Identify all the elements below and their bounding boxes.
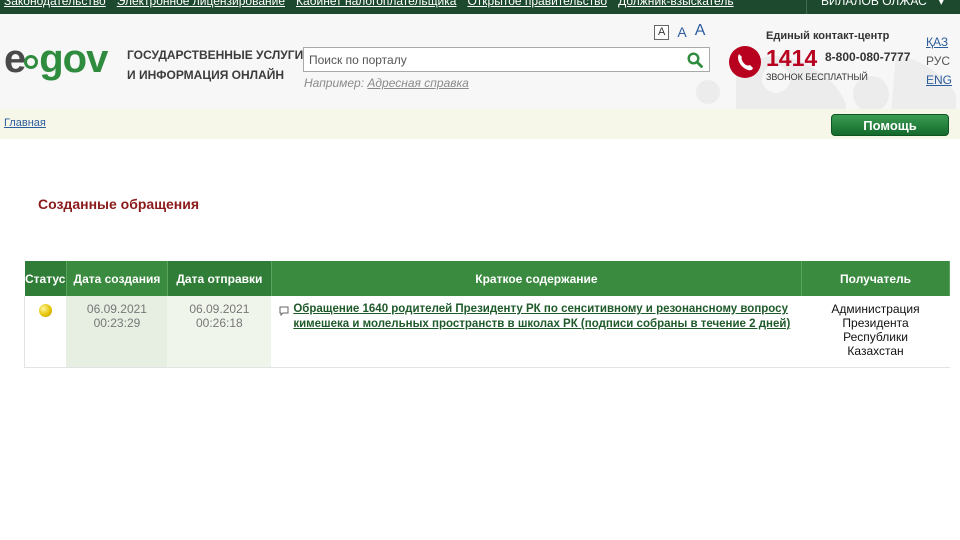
lang-rus-current: РУС (926, 54, 951, 68)
search-icon[interactable] (687, 52, 703, 68)
lang-kaz-link[interactable]: ҚАЗ (926, 35, 952, 49)
recipient-line: Администрация (831, 302, 920, 316)
egov-logo[interactable]: e gov (4, 37, 108, 81)
recipient-line: Республики (843, 330, 908, 344)
created-cell: 06.09.2021 00:23:29 (66, 296, 168, 367)
sent-time: 00:26:18 (196, 316, 243, 330)
created-time: 00:23:29 (93, 316, 141, 330)
top-nav-bar: Законодательство Электронное лицензирова… (0, 0, 960, 14)
speech-bubble-icon (279, 306, 289, 316)
font-size-small-button[interactable]: A (654, 25, 670, 40)
contact-phone-number: 8-800-080-7777 (825, 50, 911, 64)
created-date: 06.09.2021 (86, 302, 147, 316)
site-tagline: ГОСУДАРСТВЕННЫЕ УСЛУГИ И ИНФОРМАЦИЯ ОНЛА… (127, 45, 303, 85)
nav-link-debtor[interactable]: Должник-взыскатель (618, 0, 733, 8)
sent-date: 06.09.2021 (189, 302, 250, 316)
search-box (303, 47, 710, 72)
nav-link-legislation[interactable]: Законодательство (4, 0, 106, 8)
phone-icon (729, 46, 761, 78)
page-title: Созданные обращения (38, 196, 200, 212)
column-header-summary[interactable]: Краткое содержание (271, 261, 803, 296)
sent-cell: 06.09.2021 00:26:18 (167, 296, 272, 367)
recipient-line: Казахстан (847, 344, 904, 358)
help-button[interactable]: Помощь (831, 114, 949, 136)
table-header-row: Статус Дата создания Дата отправки Кратк… (24, 261, 950, 296)
column-header-sent[interactable]: Дата отправки (167, 261, 272, 296)
lang-eng-link[interactable]: ENG (926, 73, 952, 87)
font-size-medium-button[interactable]: A (677, 24, 686, 40)
font-size-switcher: A A A (654, 22, 705, 40)
appeals-table: Статус Дата создания Дата отправки Кратк… (24, 261, 950, 368)
table-row: 06.09.2021 00:23:29 06.09.2021 00:26:18 … (24, 296, 950, 367)
breadcrumb: Главная Помощь (0, 109, 960, 139)
column-header-status[interactable]: Статус (24, 261, 67, 296)
status-indicator-icon (39, 304, 53, 317)
nav-link-open-government[interactable]: Открытое правительство (467, 0, 607, 8)
search-input[interactable] (304, 48, 674, 71)
font-size-large-button[interactable]: A (695, 22, 706, 40)
nav-link-taxpayer[interactable]: Кабинет налогоплательщика (296, 0, 456, 8)
status-cell (24, 296, 67, 367)
tagline-line-2: И ИНФОРМАЦИЯ ОНЛАЙН (127, 68, 285, 82)
user-name: БИЛАЛОВ ОЛЖАС (821, 0, 927, 8)
chevron-down-icon: ▾ (938, 0, 944, 8)
logo-gov: gov (39, 37, 108, 81)
nav-link-licensing[interactable]: Электронное лицензирование (117, 0, 285, 8)
site-header: e gov ГОСУДАРСТВЕННЫЕ УСЛУГИ И ИНФОРМАЦИ… (0, 14, 960, 109)
user-menu[interactable]: БИЛАЛОВ ОЛЖАС ▾ (806, 0, 944, 14)
contact-center-title: Единый контакт-центр (766, 30, 890, 42)
summary-cell: Обращение 1640 родителей Президенту РК п… (271, 296, 801, 367)
breadcrumb-home-link[interactable]: Главная (4, 117, 46, 129)
language-switcher: ҚАЗ РУС ENG (926, 35, 952, 87)
logo-arrow-icon (24, 55, 39, 69)
contact-free-call: ЗВОНОК БЕСПЛАТНЫЙ (766, 72, 868, 82)
search-example-label: Например: (304, 76, 365, 90)
search-example-link[interactable]: Адресная справка (367, 76, 468, 90)
recipient-cell: Администрация Президента Республики Каза… (802, 296, 950, 367)
column-header-created[interactable]: Дата создания (66, 261, 168, 296)
contact-short-number: 1414 (766, 45, 818, 71)
logo-e: e (4, 37, 27, 81)
tagline-line-1: ГОСУДАРСТВЕННЫЕ УСЛУГИ (127, 48, 304, 62)
search-example: Например: Адресная справка (304, 76, 469, 90)
appeal-summary-link[interactable]: Обращение 1640 родителей Президенту РК п… (293, 302, 801, 332)
column-header-recipient[interactable]: Получатель (801, 261, 950, 296)
recipient-line: Президента (842, 316, 909, 330)
